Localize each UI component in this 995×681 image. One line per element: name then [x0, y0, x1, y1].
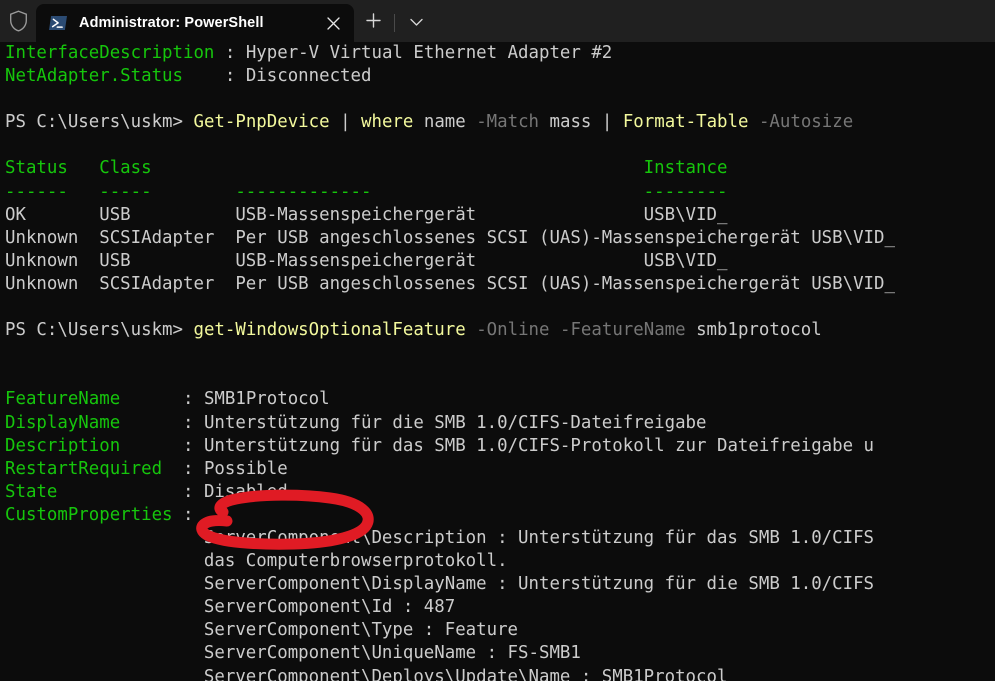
new-tab-button[interactable]: [354, 4, 392, 42]
terminal-text: Possible: [203, 458, 288, 479]
terminal-text: -Autosize: [758, 112, 854, 133]
terminal-text: Unknown USB USB-Massenspeichergerät USB\…: [5, 250, 728, 271]
terminal-text: ServerComponent\Type : Feature: [5, 620, 519, 641]
terminal-text: :: [183, 66, 246, 87]
terminal-text: :: [120, 389, 204, 410]
terminal-text: ServerComponent\UniqueName : FS-SMB1: [5, 643, 581, 664]
plus-icon: [365, 13, 381, 33]
terminal-line: ServerComponent\Deploys\Update\Name : SM…: [5, 666, 995, 681]
terminal-text: NetAdapter.Status: [5, 66, 183, 87]
chevron-down-icon: [409, 14, 423, 32]
terminal-line: Unknown USB USB-Massenspeichergerät USB\…: [5, 250, 995, 273]
terminal-text: :: [57, 481, 204, 502]
tab-dropdown-button[interactable]: [397, 4, 435, 42]
terminal-line: ------ ----- ------------- --------: [5, 181, 995, 204]
terminal-text: |: [329, 112, 362, 133]
terminal-line: OK USB USB-Massenspeichergerät USB\VID_: [5, 204, 995, 227]
terminal-text: ServerComponent\Id : 487: [5, 597, 456, 618]
terminal-line: ServerComponent\Id : 487: [5, 596, 995, 619]
terminal-line: ServerComponent\Type : Feature: [5, 619, 995, 642]
terminal-screen: InterfaceDescription : Hyper-V Virtual E…: [5, 42, 995, 681]
shield-icon: [0, 0, 36, 42]
terminal-text: Unknown SCSIAdapter Per USB angeschlosse…: [5, 227, 895, 248]
terminal-text: -FeatureName: [559, 320, 686, 341]
terminal-line: Description : Unterstützung für das SMB …: [5, 435, 995, 458]
terminal-line: State : Disabled: [5, 481, 995, 504]
terminal-text: Unknown SCSIAdapter Per USB angeschlosse…: [5, 273, 895, 294]
terminal-line: ServerComponent\DisplayName : Unterstütz…: [5, 573, 995, 596]
terminal-line: ServerComponent\UniqueName : FS-SMB1: [5, 642, 995, 665]
terminal-text: OK USB USB-Massenspeichergerät USB\VID_: [5, 204, 728, 225]
terminal-text: :: [120, 412, 204, 433]
terminal-text: Unterstützung für die SMB 1.0/CIFS-Datei…: [203, 412, 707, 433]
terminal-text: -Match: [476, 112, 540, 133]
terminal-text: name: [413, 112, 477, 133]
terminal-text: PS C:\Users\uskm>: [5, 320, 194, 341]
terminal-line: ServerComponent\Description : Unterstütz…: [5, 527, 995, 550]
terminal-text: -Online: [476, 320, 550, 341]
toolbar-separator: [394, 14, 395, 32]
terminal-line: PS C:\Users\uskm> get-WindowsOptionalFea…: [5, 319, 995, 342]
terminal-line: Unknown SCSIAdapter Per USB angeschlosse…: [5, 273, 995, 296]
terminal-text: RestartRequired: [5, 458, 163, 479]
terminal-text: Disabled: [203, 481, 288, 502]
tab-title: Administrator: PowerShell: [79, 15, 264, 31]
terminal-text: Status Class Instance: [5, 158, 728, 179]
tab-administrator-powershell[interactable]: Administrator: PowerShell: [36, 4, 354, 42]
terminal-text: smb1protocol: [685, 320, 822, 341]
terminal-line: PS C:\Users\uskm> Get-PnpDevice | where …: [5, 111, 995, 134]
terminal-text: Hyper-V Virtual Ethernet Adapter #2: [245, 43, 613, 63]
terminal-text: ServerComponent\Description : Unterstütz…: [5, 527, 875, 548]
terminal-text: ServerComponent\DisplayName : Unterstütz…: [5, 574, 875, 595]
terminal-line: CustomProperties :: [5, 504, 995, 527]
terminal-text: get-WindowsOptionalFeature: [193, 320, 466, 341]
terminal-line: InterfaceDescription : Hyper-V Virtual E…: [5, 42, 995, 65]
terminal-line: Unknown SCSIAdapter Per USB angeschlosse…: [5, 227, 995, 250]
terminal-text: mass: [539, 112, 602, 133]
terminal-text: Format-Table: [622, 112, 749, 133]
terminal-text: where: [361, 112, 414, 133]
terminal-line: Status Class Instance: [5, 157, 995, 180]
close-icon[interactable]: [318, 8, 348, 38]
terminal-output-area[interactable]: InterfaceDescription : Hyper-V Virtual E…: [0, 42, 995, 681]
terminal-text: das Computerbrowserprotokoll.: [5, 551, 508, 572]
terminal-text: ServerComponent\Deploys\Update\Name : SM…: [5, 666, 728, 681]
terminal-line: RestartRequired : Possible: [5, 458, 995, 481]
title-bar: Administrator: PowerShell: [0, 0, 995, 42]
terminal-text: :: [162, 458, 204, 479]
powershell-icon: [49, 16, 67, 30]
terminal-line: FeatureName : SMB1Protocol: [5, 388, 995, 411]
terminal-text: PS C:\Users\uskm>: [5, 112, 194, 133]
terminal-text: :: [172, 504, 194, 525]
terminal-line: das Computerbrowserprotokoll.: [5, 550, 995, 573]
terminal-text: Disconnected: [245, 66, 372, 87]
terminal-text: InterfaceDescription: [5, 43, 215, 63]
terminal-text: Get-PnpDevice: [193, 112, 330, 133]
terminal-text: SMB1Protocol: [203, 389, 330, 410]
terminal-line: NetAdapter.Status : Disconnected: [5, 65, 995, 88]
terminal-text: DisplayName: [5, 412, 121, 433]
terminal-text: Unterstützung für das SMB 1.0/CIFS-Proto…: [203, 435, 875, 456]
terminal-text: CustomProperties: [5, 504, 173, 525]
terminal-text: State: [5, 481, 58, 502]
terminal-text: Description: [5, 435, 121, 456]
terminal-line: DisplayName : Unterstützung für die SMB …: [5, 412, 995, 435]
terminal-text: |: [601, 112, 623, 133]
terminal-text: :: [214, 43, 246, 63]
terminal-text: :: [120, 435, 204, 456]
terminal-text: FeatureName: [5, 389, 121, 410]
terminal-text: ------ ----- ------------- --------: [5, 181, 728, 202]
